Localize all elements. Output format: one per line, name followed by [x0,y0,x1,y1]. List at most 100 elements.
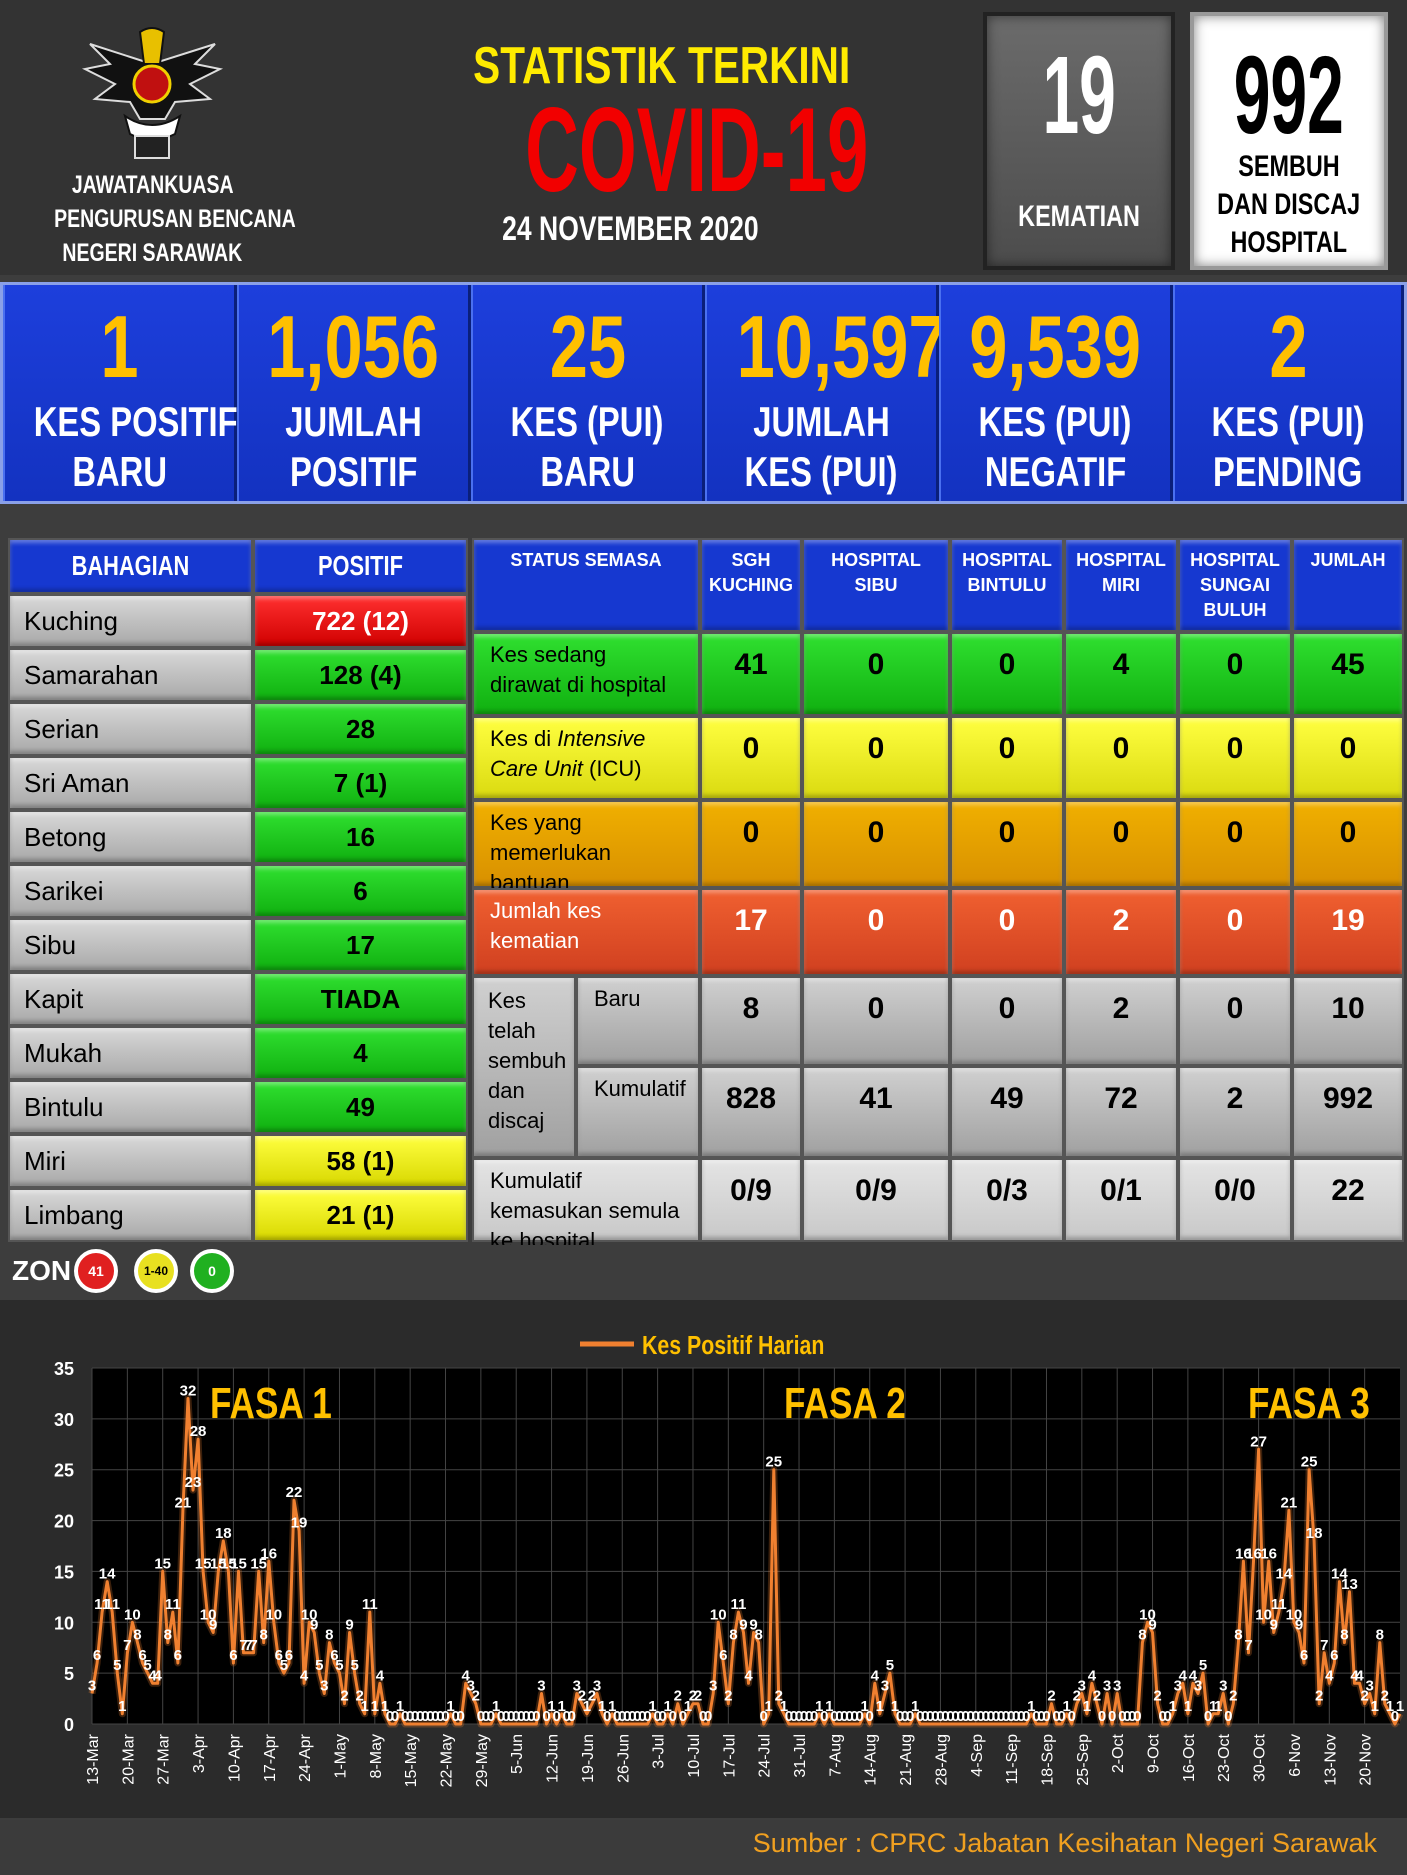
status-value: 992 [1292,1066,1404,1158]
status-value: 2 [1064,976,1178,1066]
data-label: 25 [765,1454,782,1471]
zone-label: ZON [12,1255,72,1286]
x-tick-label: 17-Jul [721,1734,738,1778]
data-label: 4 [1325,1667,1334,1684]
status-value: 0 [950,800,1064,888]
data-label: 3 [881,1677,889,1694]
data-label: 15 [154,1555,171,1572]
status-value: 72 [1064,1066,1178,1158]
x-tick-label: 27-Mar [156,1733,173,1784]
x-tick-label: 9-Oct [1146,1733,1163,1773]
status-row-label-recovered: Kes telah sembuh dan discaj [472,976,576,1158]
x-tick-label: 26-Jun [615,1734,632,1783]
x-tick-label: 10-Apr [226,1733,243,1782]
division-name: Betong [8,810,253,864]
data-label: 3 [320,1677,328,1694]
data-label: 3 [1366,1677,1374,1694]
data-label: 10 [265,1606,282,1623]
data-label: 6 [285,1647,293,1664]
data-label: 2 [1153,1688,1161,1705]
status-header-sgh-kuching: SGH KUCHING [700,538,802,632]
data-label: 1 [1083,1698,1091,1715]
data-label: 0 [669,1708,677,1725]
x-tick-label: 4-Sep [969,1734,986,1777]
division-name: Bintulu [8,1080,253,1134]
data-label: 16 [1260,1545,1277,1562]
data-label: 9 [1148,1616,1156,1633]
data-label: 3 [1113,1677,1121,1694]
data-label: 1 [1371,1698,1379,1715]
status-value: 0/0 [1178,1158,1292,1242]
status-value: 0 [700,800,802,888]
data-label: 7 [1320,1637,1328,1654]
y-tick-label: 15 [54,1562,74,1582]
status-value: 0/9 [802,1158,950,1242]
data-label: 3 [88,1677,96,1694]
data-label: 0 [1042,1708,1050,1725]
data-label: 11 [1271,1596,1287,1613]
data-label: 10 [124,1606,141,1623]
status-row-label-treated: Kes sedang dirawat di hospital [472,632,700,716]
division-name: Miri [8,1134,253,1188]
data-label: 9 [345,1616,353,1633]
division-value: 49 [253,1080,468,1134]
data-label: 0 [568,1708,576,1725]
data-label: 3 [1078,1677,1086,1694]
status-value: 0 [802,632,950,716]
deaths-value: 19 [1042,34,1116,157]
division-name: Samarahan [8,648,253,702]
data-label: 28 [190,1423,207,1440]
status-row-label-readmission: Kumulatif kemasukan semula ke hospital [472,1158,700,1253]
data-label: 22 [286,1484,303,1501]
zone-legend: ZON 41 1-40 0 [0,1245,1407,1297]
sarawak-crest-icon [81,27,224,159]
data-label: 1 [1184,1698,1192,1715]
x-tick-label: 2-Oct [1110,1733,1127,1773]
status-header-total: JUMLAH [1292,538,1404,632]
data-label: 5 [113,1657,121,1674]
data-label: 2 [472,1688,480,1705]
division-value: 4 [253,1026,468,1080]
data-label: 8 [1376,1627,1384,1644]
data-label: 2 [340,1688,348,1705]
status-value: 49 [950,1066,1064,1158]
phase-label: FASA 2 [784,1379,906,1428]
data-label: 3 [1194,1677,1202,1694]
status-value: 0 [1178,888,1292,976]
x-tick-label: 3-Apr [191,1733,208,1773]
status-value: 0 [1292,800,1404,888]
data-label: 1 [765,1698,773,1715]
x-tick-label: 12-Jun [545,1734,562,1783]
y-tick-label: 20 [54,1512,74,1532]
divisions-header-value: POSITIF [253,538,468,594]
division-value: 21 (1) [253,1188,468,1242]
x-tick-label: 23-Oct [1216,1733,1233,1782]
data-label: 0 [704,1708,712,1725]
status-value: 41 [700,632,802,716]
division-value: 6 [253,864,468,918]
division-value: 58 (1) [253,1134,468,1188]
y-tick-label: 25 [54,1461,74,1481]
daily-cases-chart: 05101520253035 13-Mar 20-Mar 27-Mar 3-Apr 10… [54,1331,1404,1787]
x-tick-label: 20-Mar [120,1733,137,1784]
status-value: 2 [1178,1066,1292,1158]
x-tick-label: 13-Mar [85,1733,102,1784]
legend-label: Kes Positif Harian [642,1331,824,1361]
x-tick-label: 13-Nov [1322,1734,1339,1786]
data-label: 0 [1098,1708,1106,1725]
x-tick-label: 3-Jul [651,1734,668,1769]
data-label: 3 [709,1677,717,1694]
x-tick-label: 8-May [368,1734,385,1778]
status-header-hospital-sungai-buluh: HOSPITAL SUNGAI BULUH [1178,538,1292,632]
status-value: 0 [950,632,1064,716]
x-tick-label: 22-May [439,1734,456,1787]
data-label: 6 [1300,1647,1308,1664]
status-row-label-deaths: Jumlah kes kematian [472,888,700,976]
stat-pending-pui: 2 KES (PUI) PENDING [1173,285,1404,501]
x-tick-label: 20-Nov [1358,1734,1375,1786]
summary-stats-row: 1 KES POSITIF BARU 1,056 JUMLAH POSITIF … [0,282,1407,504]
data-label: 15 [230,1555,247,1572]
data-label: 9 [310,1616,318,1633]
x-tick-label: 25-Sep [1075,1734,1092,1786]
status-value: 0 [1178,716,1292,800]
